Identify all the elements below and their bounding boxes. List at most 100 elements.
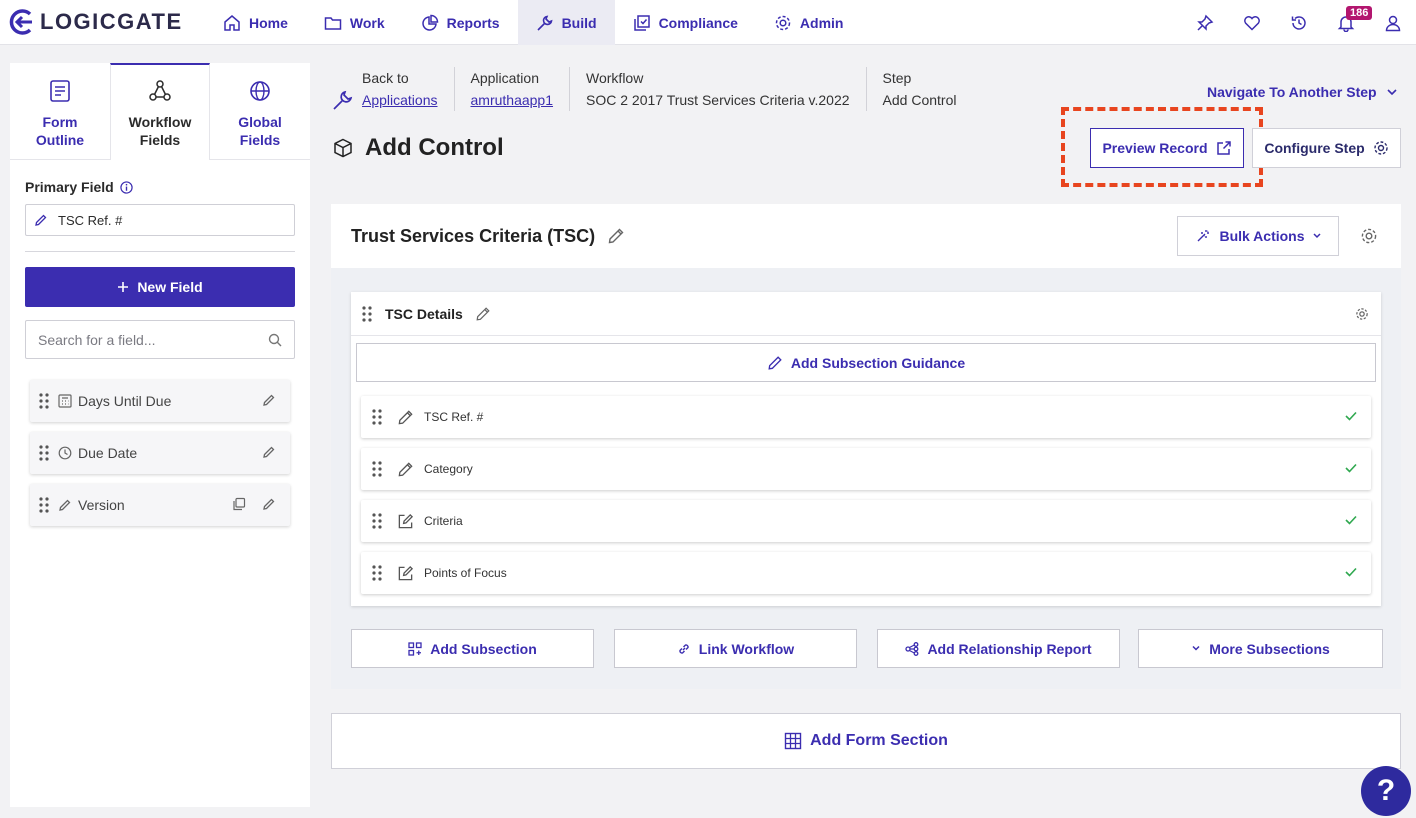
edit-box-icon xyxy=(398,565,414,580)
field-item-label: Version xyxy=(78,497,125,513)
add-subsection-button[interactable]: Add Subsection xyxy=(351,629,594,668)
link-workflow-button[interactable]: Link Workflow xyxy=(614,629,857,668)
duplicate-icon[interactable] xyxy=(232,497,246,511)
drag-handle-icon[interactable] xyxy=(371,564,383,582)
field-row-label: Category xyxy=(424,462,473,476)
pin-icon xyxy=(1196,14,1213,31)
plus-icon xyxy=(118,282,129,292)
add-relationship-report-label: Add Relationship Report xyxy=(927,640,1092,657)
folder-icon xyxy=(324,16,342,30)
edit-pencil-icon[interactable] xyxy=(607,227,625,245)
table-grid-icon xyxy=(784,732,802,750)
tab-global-fields-line1: Global xyxy=(238,114,282,130)
add-subsection-label: Add Subsection xyxy=(430,640,537,657)
drag-handle-icon[interactable] xyxy=(38,392,50,410)
field-item-days-until-due[interactable]: Days Until Due xyxy=(30,380,290,422)
primary-field-select[interactable]: TSC Ref. # xyxy=(25,204,295,236)
nav-home-label: Home xyxy=(249,14,288,31)
sidebar-tabs: Form Outline Workflow Fields Global Fiel… xyxy=(10,63,310,160)
field-item-due-date[interactable]: Due Date xyxy=(30,432,290,474)
bulk-actions-button[interactable]: Bulk Actions xyxy=(1177,216,1339,256)
nav-build[interactable]: Build xyxy=(517,0,615,45)
nav-home[interactable]: Home xyxy=(205,0,306,45)
edit-box-icon xyxy=(398,513,414,528)
nav-compliance-label: Compliance xyxy=(658,14,738,31)
notifications-button[interactable]: 186 xyxy=(1322,0,1373,45)
edit-pencil-icon[interactable] xyxy=(262,497,276,511)
add-relationship-report-button[interactable]: Add Relationship Report xyxy=(877,629,1120,668)
drag-handle-icon[interactable] xyxy=(38,496,50,514)
add-form-section-label: Add Form Section xyxy=(810,732,948,749)
drag-handle-icon[interactable] xyxy=(38,444,50,462)
field-item-version[interactable]: Version xyxy=(30,484,290,526)
field-row-label: Criteria xyxy=(424,514,463,528)
pencil-icon xyxy=(35,214,47,226)
more-subsections-label: More Subsections xyxy=(1209,640,1330,657)
field-row-category[interactable]: Category xyxy=(361,448,1371,490)
preview-record-button[interactable]: Preview Record xyxy=(1090,128,1244,168)
info-icon[interactable] xyxy=(120,180,133,194)
pencil-icon xyxy=(398,409,413,424)
logo[interactable]: LOGICGATE xyxy=(8,8,183,36)
field-row-tsc-ref[interactable]: TSC Ref. # xyxy=(361,396,1371,438)
magic-wand-icon xyxy=(1197,230,1210,242)
subsection-header: TSC Details xyxy=(351,292,1381,336)
breadcrumb-step-value: Add Control xyxy=(882,92,957,108)
section-title: Trust Services Criteria (TSC) xyxy=(351,225,596,246)
globe-icon xyxy=(250,81,270,101)
breadcrumb-application-label: Application xyxy=(470,70,540,86)
primary-field-value: TSC Ref. # xyxy=(58,212,123,228)
breadcrumb-workflow-value: SOC 2 2017 Trust Services Criteria v.202… xyxy=(586,92,850,108)
drag-handle-icon[interactable] xyxy=(371,460,383,478)
history-button[interactable] xyxy=(1275,0,1322,45)
page-title: Add Control xyxy=(333,134,504,162)
edit-pencil-icon[interactable] xyxy=(262,393,276,407)
help-button[interactable]: ? xyxy=(1361,766,1411,816)
add-form-section-button[interactable]: Add Form Section xyxy=(331,713,1401,769)
tab-workflow-fields[interactable]: Workflow Fields xyxy=(110,63,210,160)
check-icon xyxy=(1345,411,1357,421)
breadcrumb-applications-link[interactable]: Applications xyxy=(362,89,438,111)
tab-global-fields-line2: Fields xyxy=(239,132,281,148)
field-search-input[interactable]: Search for a field... xyxy=(25,320,295,359)
nav-work[interactable]: Work xyxy=(306,0,403,45)
new-field-button[interactable]: New Field xyxy=(25,267,295,307)
section-settings-icon[interactable] xyxy=(1360,227,1378,245)
navigate-step-dropdown[interactable]: Navigate To Another Step xyxy=(1207,84,1397,100)
more-subsections-button[interactable]: More Subsections xyxy=(1138,629,1383,668)
breadcrumb-back-label: Back to xyxy=(362,70,409,86)
bulk-actions-label: Bulk Actions xyxy=(1219,228,1305,244)
breadcrumb-application-link[interactable]: amruthaapp1 xyxy=(471,89,554,111)
tab-global-fields[interactable]: Global Fields xyxy=(210,63,310,159)
nav-build-label: Build xyxy=(561,14,597,31)
user-menu-button[interactable] xyxy=(1369,0,1416,45)
favorites-button[interactable] xyxy=(1228,0,1275,45)
breadcrumb-workflow: Workflow SOC 2 2017 Trust Services Crite… xyxy=(570,67,867,111)
configure-step-button[interactable]: Configure Step xyxy=(1252,128,1401,168)
external-link-icon xyxy=(1216,141,1231,155)
edit-pencil-icon[interactable] xyxy=(475,306,491,322)
wrench-icon xyxy=(536,15,553,31)
user-icon xyxy=(1385,15,1400,31)
edit-pencil-icon[interactable] xyxy=(262,445,276,459)
nav-reports[interactable]: Reports xyxy=(403,0,518,45)
nav-admin[interactable]: Admin xyxy=(756,0,862,45)
nav-compliance[interactable]: Compliance xyxy=(615,0,756,45)
pencil-icon xyxy=(768,355,782,370)
gear-icon xyxy=(1373,141,1388,155)
drag-handle-icon[interactable] xyxy=(371,408,383,426)
drag-handle-icon[interactable] xyxy=(361,305,373,323)
chevron-down-icon xyxy=(1192,645,1200,651)
drag-handle-icon[interactable] xyxy=(371,512,383,530)
clock-icon xyxy=(58,446,72,460)
breadcrumb: Back to Applications Application amrutha… xyxy=(332,67,972,111)
new-field-label: New Field xyxy=(137,279,203,295)
subsection-settings-icon[interactable] xyxy=(1355,307,1369,321)
pencil-icon xyxy=(398,461,413,476)
field-row-criteria[interactable]: Criteria xyxy=(361,500,1371,542)
field-row-points-of-focus[interactable]: Points of Focus xyxy=(361,552,1371,594)
add-subsection-guidance-button[interactable]: Add Subsection Guidance xyxy=(356,343,1376,382)
tab-form-outline-line1: Form xyxy=(42,114,78,130)
tab-form-outline[interactable]: Form Outline xyxy=(10,63,110,159)
pin-button[interactable] xyxy=(1181,0,1228,45)
